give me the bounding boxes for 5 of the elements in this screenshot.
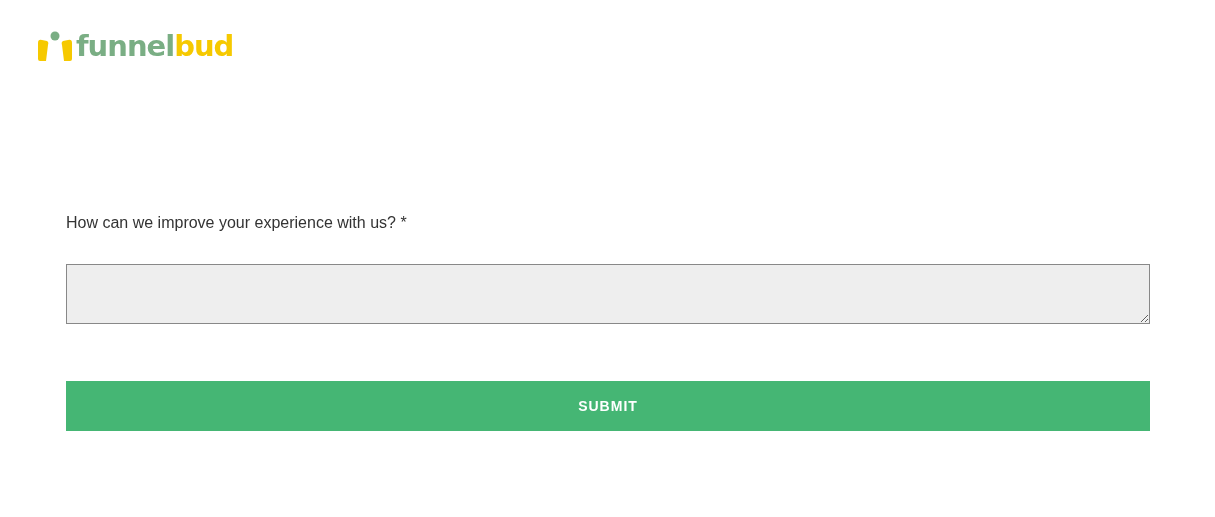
logo-text: funnelbud	[76, 31, 234, 61]
question-label: How can we improve your experience with us? *	[66, 214, 408, 232]
submit-button[interactable]: SUBMIT	[66, 381, 1150, 431]
logo-icon	[38, 31, 72, 61]
answer-field[interactable]	[66, 264, 1150, 324]
